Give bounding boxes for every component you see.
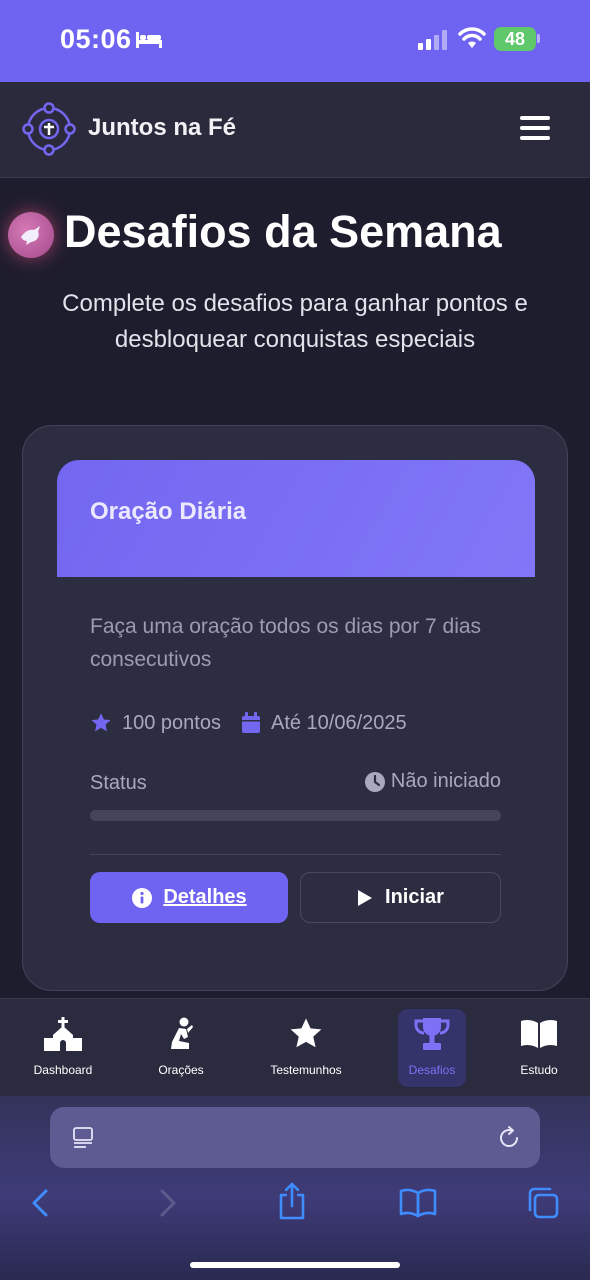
nav-dashboard[interactable]: Dashboard	[13, 1009, 113, 1087]
start-label: Iniciar	[385, 886, 444, 908]
nav-label: Desafios	[408, 1063, 456, 1077]
forward-icon[interactable]	[158, 1188, 178, 1218]
battery-level: 48	[504, 28, 526, 49]
points-meta: 100 pontos	[90, 712, 221, 735]
status-label: Status	[90, 772, 147, 794]
star-icon	[290, 1018, 322, 1048]
url-bar[interactable]	[50, 1107, 540, 1168]
challenge-meta: 100 pontos Até 10/06/2025	[90, 710, 407, 736]
church-icon	[44, 1017, 82, 1051]
calendar-icon	[241, 712, 260, 733]
status-bar: 05:06 48	[0, 0, 590, 82]
share-icon[interactable]	[278, 1182, 306, 1220]
praying-person-icon	[171, 1017, 193, 1049]
bookmarks-icon[interactable]	[399, 1188, 437, 1218]
page-subtitle: Complete os desafios para ganhar pontos …	[62, 290, 528, 353]
browser-toolbar	[0, 1096, 590, 1280]
reader-mode-icon[interactable]	[72, 1127, 94, 1149]
brand-name[interactable]: Juntos na Fé	[88, 114, 236, 142]
star-icon	[91, 713, 111, 732]
battery-charging-icon: 48	[494, 27, 536, 51]
hamburger-menu-icon[interactable]	[520, 116, 550, 142]
back-icon[interactable]	[30, 1188, 50, 1218]
reload-icon[interactable]	[496, 1125, 522, 1151]
nav-label: Dashboard	[33, 1063, 93, 1077]
status-time: 05:06	[60, 24, 132, 54]
home-indicator[interactable]	[190, 1262, 400, 1268]
bottom-nav: Dashboard Orações Testemunhos Desafios E…	[0, 998, 590, 1096]
info-icon	[132, 887, 153, 908]
challenge-description: Faça uma oração todos os dias por 7 dias…	[90, 615, 482, 671]
points-value: 100 pontos	[122, 711, 221, 734]
status-value: Não iniciado	[364, 770, 501, 793]
cellular-signal-icon	[418, 30, 447, 50]
open-book-icon	[521, 1019, 557, 1048]
details-label: Detalhes	[163, 886, 247, 908]
status-text: Não iniciado	[390, 770, 501, 792]
card-divider	[90, 854, 501, 855]
trophy-icon	[414, 1018, 450, 1050]
page-title: Desafios da Semana	[64, 206, 502, 257]
nav-label: Orações	[158, 1063, 204, 1077]
wifi-icon	[458, 27, 486, 48]
app-header: Juntos na Fé	[0, 82, 590, 178]
dove-icon	[8, 212, 54, 258]
nav-label: Testemunhos	[270, 1063, 342, 1077]
deadline-value: Até 10/06/2025	[270, 711, 407, 734]
nav-desafios[interactable]: Desafios	[398, 1009, 466, 1087]
details-button[interactable]: Detalhes	[90, 872, 288, 923]
community-logo-icon[interactable]	[22, 102, 76, 156]
nav-label: Estudo	[520, 1063, 558, 1077]
nav-estudo[interactable]: Estudo	[489, 1009, 589, 1087]
challenge-card: Oração Diária Faça uma oração todos os d…	[22, 425, 568, 991]
progress-bar	[90, 810, 501, 821]
battery-cap	[537, 34, 540, 43]
deadline-meta: Até 10/06/2025	[241, 712, 407, 735]
start-button[interactable]: Iniciar	[300, 872, 501, 923]
bed-icon	[136, 32, 162, 48]
nav-oracoes[interactable]: Orações	[131, 1009, 231, 1087]
challenge-title: Oração Diária	[90, 498, 247, 525]
clock-icon	[364, 771, 385, 792]
challenge-card-header: Oração Diária	[57, 460, 535, 577]
play-icon	[358, 889, 373, 906]
tabs-icon[interactable]	[526, 1186, 560, 1220]
nav-testemunhos[interactable]: Testemunhos	[256, 1009, 356, 1087]
